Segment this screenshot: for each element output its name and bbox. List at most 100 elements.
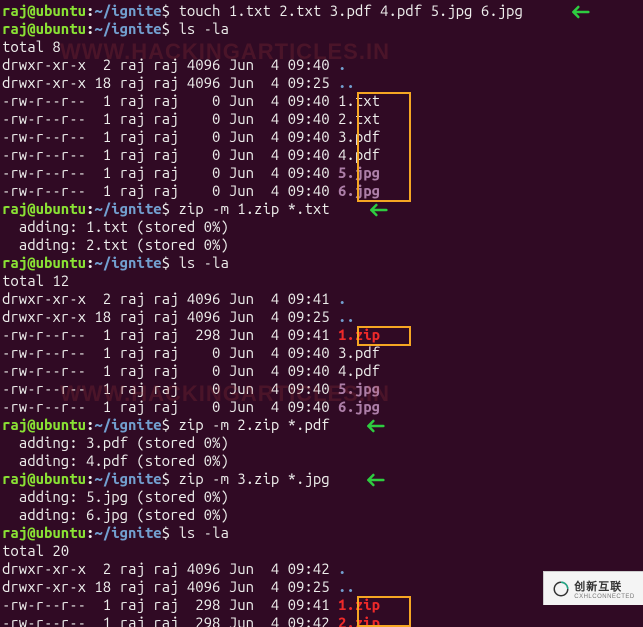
prompt-at: @ bbox=[27, 2, 35, 19]
prompt-at: @ bbox=[27, 470, 35, 487]
output-line: total 12 bbox=[2, 272, 641, 290]
ls-filename: .. bbox=[338, 74, 355, 91]
ls-row: drwxr-xr-x 18 raj raj 4096 Jun 4 09:25 .… bbox=[2, 308, 641, 326]
prompt-host: ubuntu bbox=[36, 416, 86, 433]
prompt-line: raj@ubuntu:~/ignite$ ls -la bbox=[2, 524, 641, 542]
terminal-output: raj@ubuntu:~/ignite$ touch 1.txt 2.txt 3… bbox=[0, 0, 643, 627]
command-text[interactable]: zip -m 2.zip *.pdf bbox=[178, 416, 329, 433]
prompt-path: ~/ignite bbox=[94, 200, 161, 217]
ls-filename: 5.jpg bbox=[338, 380, 380, 397]
ls-meta: -rw-r--r-- 1 raj raj 0 Jun 4 09:40 bbox=[2, 398, 338, 415]
prompt-path: ~/ignite bbox=[94, 254, 161, 271]
prompt-host: ubuntu bbox=[36, 200, 86, 217]
command-text[interactable]: zip -m 3.zip *.jpg bbox=[178, 470, 329, 487]
prompt-line: raj@ubuntu:~/ignite$ zip -m 3.zip *.jpg bbox=[2, 470, 641, 488]
ls-filename: 1.zip bbox=[338, 326, 380, 343]
ls-filename: 3.pdf bbox=[338, 128, 380, 145]
publisher-brand: 创新互联 bbox=[574, 581, 622, 593]
prompt-user: raj bbox=[2, 2, 27, 19]
ls-row: -rw-r--r-- 1 raj raj 0 Jun 4 09:40 5.jpg bbox=[2, 380, 641, 398]
prompt-line: raj@ubuntu:~/ignite$ ls -la bbox=[2, 20, 641, 38]
ls-row: -rw-r--r-- 1 raj raj 0 Jun 4 09:40 4.pdf bbox=[2, 146, 641, 164]
ls-meta: -rw-r--r-- 1 raj raj 0 Jun 4 09:40 bbox=[2, 110, 338, 127]
ls-row: -rw-r--r-- 1 raj raj 0 Jun 4 09:40 4.pdf bbox=[2, 362, 641, 380]
prompt-dollar: $ bbox=[162, 524, 179, 541]
ls-filename: . bbox=[338, 56, 346, 73]
output-line: total 8 bbox=[2, 38, 641, 56]
publisher-logo-icon bbox=[552, 580, 570, 598]
command-text[interactable]: ls -la bbox=[178, 20, 228, 37]
prompt-at: @ bbox=[27, 524, 35, 541]
output-line: adding: 5.jpg (stored 0%) bbox=[2, 488, 641, 506]
ls-filename: 2.txt bbox=[338, 110, 380, 127]
prompt-line: raj@ubuntu:~/ignite$ zip -m 1.zip *.txt bbox=[2, 200, 641, 218]
prompt-at: @ bbox=[27, 200, 35, 217]
ls-meta: -rw-r--r-- 1 raj raj 298 Jun 4 09:41 bbox=[2, 326, 338, 343]
prompt-host: ubuntu bbox=[36, 20, 86, 37]
prompt-path: ~/ignite bbox=[94, 20, 161, 37]
prompt-host: ubuntu bbox=[36, 524, 86, 541]
prompt-user: raj bbox=[2, 200, 27, 217]
prompt-path: ~/ignite bbox=[94, 416, 161, 433]
ls-meta: drwxr-xr-x 18 raj raj 4096 Jun 4 09:25 bbox=[2, 308, 338, 325]
prompt-dollar: $ bbox=[162, 2, 179, 19]
ls-filename: .. bbox=[338, 578, 355, 595]
ls-meta: drwxr-xr-x 18 raj raj 4096 Jun 4 09:25 bbox=[2, 578, 338, 595]
prompt-user: raj bbox=[2, 416, 27, 433]
ls-meta: -rw-r--r-- 1 raj raj 298 Jun 4 09:42 bbox=[2, 614, 338, 627]
output-line: adding: 3.pdf (stored 0%) bbox=[2, 434, 641, 452]
prompt-dollar: $ bbox=[162, 20, 179, 37]
ls-row: -rw-r--r-- 1 raj raj 0 Jun 4 09:40 3.pdf bbox=[2, 128, 641, 146]
ls-row: -rw-r--r-- 1 raj raj 0 Jun 4 09:40 3.pdf bbox=[2, 344, 641, 362]
ls-filename: 5.jpg bbox=[338, 164, 380, 181]
prompt-dollar: $ bbox=[162, 470, 179, 487]
publisher-badge: 创新互联 CXHLCONNECTED bbox=[543, 571, 643, 605]
ls-row: -rw-r--r-- 1 raj raj 0 Jun 4 09:40 6.jpg bbox=[2, 398, 641, 416]
output-line: adding: 6.jpg (stored 0%) bbox=[2, 506, 641, 524]
ls-meta: drwxr-xr-x 2 raj raj 4096 Jun 4 09:41 bbox=[2, 290, 338, 307]
ls-meta: -rw-r--r-- 1 raj raj 0 Jun 4 09:40 bbox=[2, 128, 338, 145]
ls-filename: . bbox=[338, 560, 346, 577]
ls-filename: 1.zip bbox=[338, 596, 380, 613]
prompt-at: @ bbox=[27, 20, 35, 37]
ls-filename: . bbox=[338, 290, 346, 307]
ls-meta: -rw-r--r-- 1 raj raj 298 Jun 4 09:41 bbox=[2, 596, 338, 613]
output-line: adding: 4.pdf (stored 0%) bbox=[2, 452, 641, 470]
ls-row: -rw-r--r-- 1 raj raj 0 Jun 4 09:40 2.txt bbox=[2, 110, 641, 128]
prompt-path: ~/ignite bbox=[94, 2, 161, 19]
prompt-host: ubuntu bbox=[36, 254, 86, 271]
prompt-dollar: $ bbox=[162, 416, 179, 433]
prompt-dollar: $ bbox=[162, 254, 179, 271]
prompt-user: raj bbox=[2, 20, 27, 37]
ls-meta: -rw-r--r-- 1 raj raj 0 Jun 4 09:40 bbox=[2, 182, 338, 199]
ls-filename: 2.zip bbox=[338, 614, 380, 627]
ls-row: -rw-r--r-- 1 raj raj 0 Jun 4 09:40 5.jpg bbox=[2, 164, 641, 182]
ls-meta: -rw-r--r-- 1 raj raj 0 Jun 4 09:40 bbox=[2, 362, 338, 379]
ls-filename: 3.pdf bbox=[338, 344, 380, 361]
command-text[interactable]: ls -la bbox=[178, 524, 228, 541]
ls-meta: drwxr-xr-x 2 raj raj 4096 Jun 4 09:42 bbox=[2, 560, 338, 577]
ls-filename: .. bbox=[338, 308, 355, 325]
ls-row: -rw-r--r-- 1 raj raj 0 Jun 4 09:40 6.jpg bbox=[2, 182, 641, 200]
prompt-at: @ bbox=[27, 416, 35, 433]
prompt-line: raj@ubuntu:~/ignite$ ls -la bbox=[2, 254, 641, 272]
ls-filename: 4.pdf bbox=[338, 362, 380, 379]
ls-row: drwxr-xr-x 18 raj raj 4096 Jun 4 09:25 .… bbox=[2, 74, 641, 92]
command-text[interactable]: touch 1.txt 2.txt 3.pdf 4.pdf 5.jpg 6.jp… bbox=[178, 2, 522, 19]
ls-meta: drwxr-xr-x 18 raj raj 4096 Jun 4 09:25 bbox=[2, 74, 338, 91]
ls-filename: 4.pdf bbox=[338, 146, 380, 163]
ls-row: -rw-r--r-- 1 raj raj 298 Jun 4 09:42 2.z… bbox=[2, 614, 641, 627]
prompt-path: ~/ignite bbox=[94, 524, 161, 541]
prompt-host: ubuntu bbox=[36, 2, 86, 19]
prompt-user: raj bbox=[2, 470, 27, 487]
publisher-sub: CXHLCONNECTED bbox=[574, 594, 635, 600]
prompt-line: raj@ubuntu:~/ignite$ zip -m 2.zip *.pdf bbox=[2, 416, 641, 434]
command-text[interactable]: zip -m 1.zip *.txt bbox=[178, 200, 329, 217]
ls-meta: -rw-r--r-- 1 raj raj 0 Jun 4 09:40 bbox=[2, 92, 338, 109]
ls-meta: drwxr-xr-x 2 raj raj 4096 Jun 4 09:40 bbox=[2, 56, 338, 73]
ls-row: -rw-r--r-- 1 raj raj 0 Jun 4 09:40 1.txt bbox=[2, 92, 641, 110]
prompt-at: @ bbox=[27, 254, 35, 271]
ls-meta: -rw-r--r-- 1 raj raj 0 Jun 4 09:40 bbox=[2, 380, 338, 397]
prompt-dollar: $ bbox=[162, 200, 179, 217]
command-text[interactable]: ls -la bbox=[178, 254, 228, 271]
